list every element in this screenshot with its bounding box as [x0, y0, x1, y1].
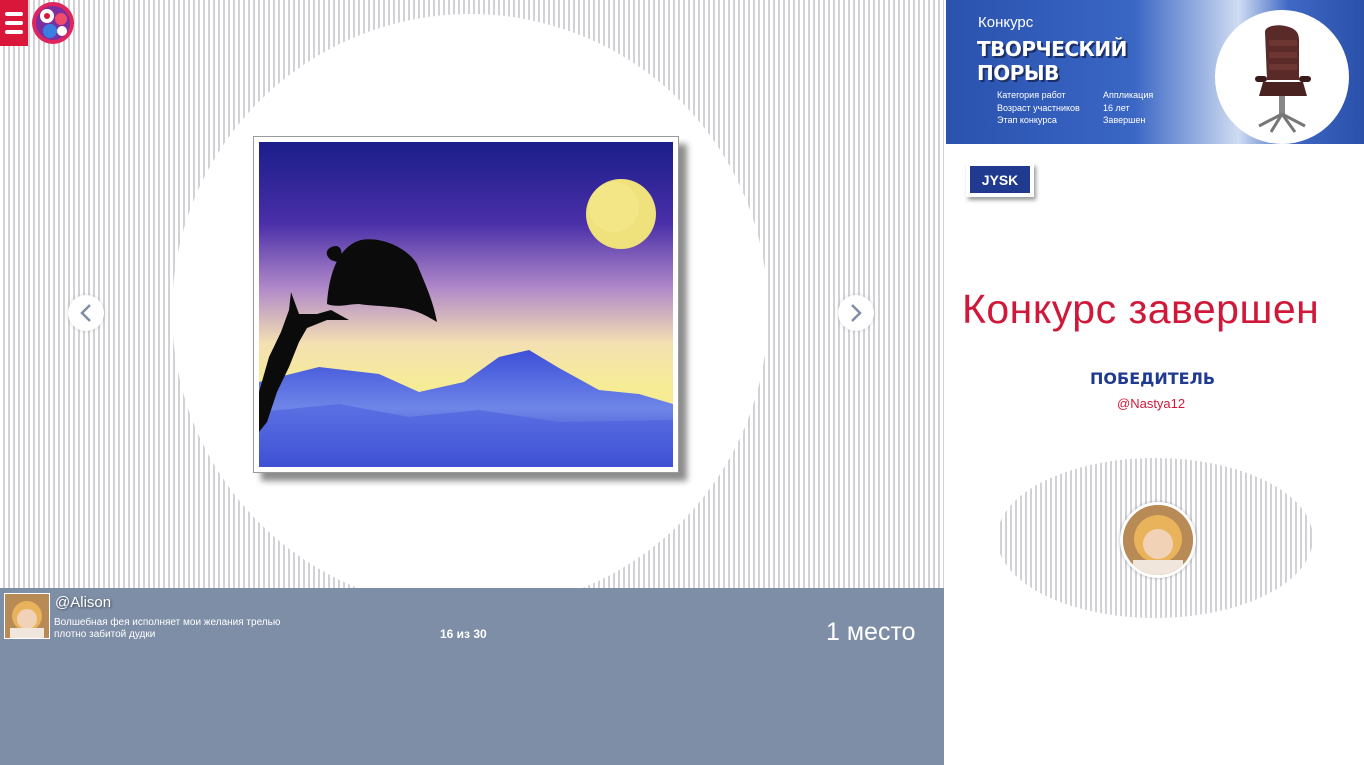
contest-info-row: Категория работ Аппликация	[997, 90, 1154, 100]
contest-info: Категория работ Аппликация Возраст участ…	[997, 90, 1153, 128]
contest-banner: Конкурс творческий порыв Категория работ…	[946, 0, 1364, 144]
artwork-place: 1 место	[826, 618, 916, 646]
prev-artwork-button[interactable]	[68, 295, 104, 331]
contest-title: творческий порыв	[977, 37, 1127, 85]
author-name[interactable]: @Alison	[55, 594, 111, 611]
contest-info-row: Возраст участников 16 лет	[997, 102, 1130, 113]
chevron-right-icon	[851, 304, 862, 322]
artwork-info-panel: @Alison Волшебная фея исполняет мои жела…	[0, 588, 944, 765]
contest-status: Конкурс завершен	[962, 286, 1320, 332]
winner-label: Победитель	[1090, 369, 1216, 388]
contest-info-row: Этап конкурса Завершен	[997, 115, 1146, 125]
brand-logo-icon[interactable]	[28, 0, 78, 46]
menu-button[interactable]	[0, 0, 28, 46]
hamburger-menu-icon	[5, 12, 23, 16]
artwork-counter: 16 из 30	[440, 627, 487, 641]
sponsor-logo[interactable]: JYSK	[966, 163, 1034, 197]
author-avatar[interactable]	[4, 593, 50, 639]
next-artwork-button[interactable]	[838, 295, 874, 331]
office-chair-icon	[1255, 25, 1311, 133]
contest-label: Конкурс	[978, 14, 1034, 31]
chevron-left-icon	[80, 304, 91, 322]
winner-name[interactable]: @Nastya12	[1117, 396, 1185, 411]
winner-avatar[interactable]	[1120, 502, 1196, 578]
artwork-description: Волшебная фея исполняет мои желания трел…	[54, 617, 281, 640]
prize-image-frame	[1215, 10, 1349, 144]
artwork-image	[253, 136, 679, 473]
